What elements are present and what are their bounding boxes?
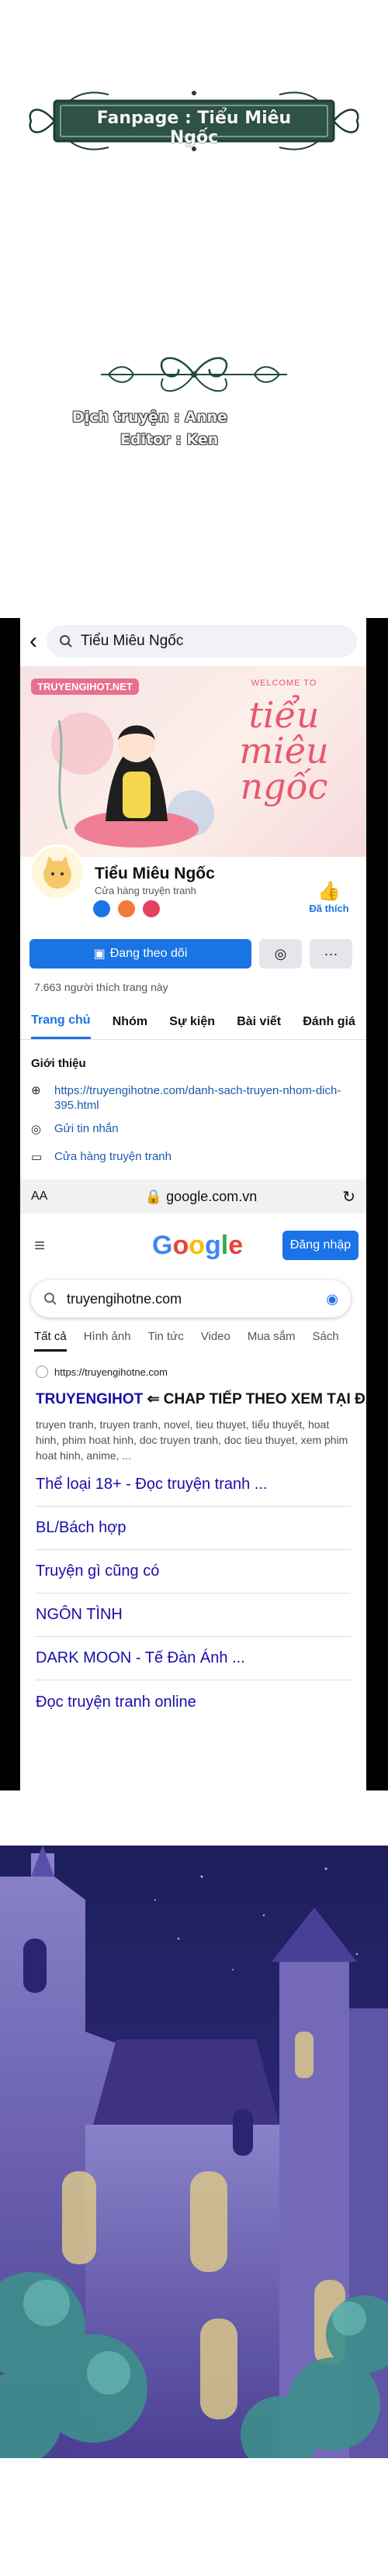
thumbs-up-icon: 👍 bbox=[317, 881, 341, 902]
ornament-divider bbox=[101, 357, 287, 392]
tab-posts[interactable]: Bài viết bbox=[237, 1006, 281, 1038]
shop-badge-icon[interactable] bbox=[116, 899, 137, 919]
google-tabs: Tất cả Hình ảnh Tin tức Video Mua sắm Sá… bbox=[34, 1330, 339, 1352]
avatar-cat-icon bbox=[43, 856, 71, 889]
google-tab-all[interactable]: Tất cả bbox=[34, 1330, 67, 1352]
cover-photo[interactable]: TRUYENGIHOT.NET WELCOME TO tiểu miêu ngố… bbox=[20, 666, 366, 857]
translator-credit: Dịch truyện : Anne bbox=[72, 409, 227, 426]
page-tabs: Trang chủ Nhóm Sự kiện Bài viết Đánh giá bbox=[20, 1004, 366, 1040]
intro-message-link[interactable]: Gửi tin nhắn bbox=[54, 1122, 119, 1136]
tab-home[interactable]: Trang chủ bbox=[31, 1004, 91, 1039]
intro-website-row[interactable]: ⊕ https://truyengihotne.com/danh-sach-tr… bbox=[31, 1083, 341, 1113]
intro-shop-row[interactable]: ▭ Cửa hàng truyện tranh bbox=[31, 1150, 171, 1164]
google-tab-shopping[interactable]: Mua sắm bbox=[248, 1330, 296, 1352]
google-search-box[interactable]: truyengihotne.com ◉ bbox=[31, 1280, 351, 1317]
messenger-button[interactable]: ◎ bbox=[259, 939, 302, 969]
sitelink[interactable]: NGÔN TÌNH bbox=[36, 1594, 351, 1637]
globe-icon: ⊕ bbox=[31, 1084, 41, 1097]
liked-label: Đã thích bbox=[309, 903, 349, 914]
google-tab-images[interactable]: Hình ảnh bbox=[84, 1330, 131, 1352]
intro-shop-link[interactable]: Cửa hàng truyện tranh bbox=[54, 1150, 171, 1164]
reader-aa-button[interactable]: AA bbox=[31, 1190, 78, 1203]
more-button[interactable]: ··· bbox=[310, 939, 352, 969]
phone-screen: ‹ Tiểu Miêu Ngốc TRUYENGIHOT.NET WELCOME… bbox=[20, 618, 366, 1790]
page-avatar[interactable] bbox=[29, 844, 85, 900]
messenger-badge-icon[interactable] bbox=[92, 899, 112, 919]
lock-icon: 🔒 bbox=[144, 1188, 167, 1204]
back-arrow-icon[interactable]: ‹ bbox=[29, 628, 37, 654]
sitelink[interactable]: DARK MOON - Tế Đàn Ánh ... bbox=[36, 1637, 351, 1680]
editor-credit: Editor : Ken bbox=[120, 431, 219, 448]
more-icon: ··· bbox=[324, 945, 338, 962]
following-icon: ▣ bbox=[93, 948, 106, 961]
cover-welcome: WELCOME TO bbox=[251, 679, 317, 688]
castle-night-illustration bbox=[0, 1846, 388, 2458]
google-logo[interactable]: Google bbox=[152, 1231, 243, 1261]
page-name: Tiểu Miêu Ngốc bbox=[95, 865, 215, 882]
following-label: Đang theo dõi bbox=[109, 947, 188, 960]
shop-icon: ▭ bbox=[31, 1151, 43, 1164]
messenger-icon: ◎ bbox=[274, 945, 287, 962]
sign-in-button[interactable]: Đăng nhập bbox=[282, 1231, 359, 1260]
sitelink[interactable]: Đọc truyện tranh online bbox=[36, 1680, 351, 1724]
result-site-url: https://truyengihotne.com bbox=[54, 1366, 168, 1378]
instagram-badge-icon[interactable] bbox=[141, 899, 161, 919]
search-value: Tiểu Miêu Ngốc bbox=[81, 633, 184, 649]
google-query: truyengihotne.com bbox=[67, 1290, 182, 1307]
search-icon bbox=[60, 635, 72, 647]
tab-reviews[interactable]: Đánh giá bbox=[303, 1006, 355, 1038]
google-tab-news[interactable]: Tin tức bbox=[148, 1330, 184, 1352]
cover-illustration bbox=[51, 713, 214, 848]
cover-title: tiểu miêu ngốc bbox=[239, 694, 329, 807]
search-icon bbox=[44, 1293, 57, 1305]
google-lens-icon[interactable]: ◉ bbox=[326, 1291, 338, 1307]
messenger-small-icon: ◎ bbox=[31, 1123, 42, 1136]
sitelink[interactable]: Truyện gì cũng có bbox=[36, 1550, 351, 1594]
tab-groups[interactable]: Nhóm bbox=[113, 1006, 147, 1038]
result-sitelinks: Thể loại 18+ - Đọc truyện tranh ... BL/B… bbox=[20, 1463, 366, 1724]
page-badges bbox=[92, 899, 161, 919]
browser-address-bar: AA 🔒 google.com.vn ↻ bbox=[20, 1179, 366, 1214]
intro-website-link[interactable]: https://truyengihotne.com/danh-sach-truy… bbox=[54, 1083, 341, 1113]
intro-message-row[interactable]: ◎ Gửi tin nhắn bbox=[31, 1122, 119, 1136]
tab-events[interactable]: Sự kiện bbox=[169, 1006, 215, 1038]
cover-brand-label: TRUYENGIHOT.NET bbox=[31, 679, 139, 695]
result-site[interactable]: https://truyengihotne.com bbox=[36, 1366, 168, 1378]
sitelink[interactable]: BL/Bách hợp bbox=[36, 1507, 351, 1550]
facebook-search-bar[interactable]: Tiểu Miêu Ngốc bbox=[47, 625, 357, 658]
following-button[interactable]: ▣ Đang theo dõi bbox=[29, 939, 251, 969]
page-category: Cửa hàng truyện tranh bbox=[95, 885, 196, 896]
sitelink[interactable]: Thể loại 18+ - Đọc truyện tranh ... bbox=[36, 1463, 351, 1507]
phone-screenshot: ‹ Tiểu Miêu Ngốc TRUYENGIHOT.NET WELCOME… bbox=[0, 618, 388, 1790]
liked-button[interactable]: 👍 Đã thích bbox=[306, 880, 352, 914]
site-favicon-icon bbox=[36, 1366, 48, 1378]
google-tab-videos[interactable]: Video bbox=[201, 1330, 230, 1352]
fanpage-title: Fanpage : Tiểu Miêu Ngốc bbox=[96, 109, 292, 147]
hamburger-menu-icon[interactable]: ≡ bbox=[34, 1235, 45, 1257]
facebook-top-bar: ‹ Tiểu Miêu Ngốc bbox=[20, 618, 366, 665]
browser-url[interactable]: 🔒 google.com.vn bbox=[78, 1189, 324, 1205]
result-title[interactable]: TRUYENGIHOT ⇐ CHAP TIẾP THEO XEM TẠI ĐÂY… bbox=[36, 1390, 366, 1408]
reload-icon[interactable]: ↻ bbox=[324, 1187, 355, 1207]
intro-title: Giới thiệu bbox=[31, 1057, 86, 1070]
likes-count: 7.663 người thích trang này bbox=[34, 981, 168, 993]
google-tab-books[interactable]: Sách bbox=[313, 1330, 339, 1352]
page-actions: ▣ Đang theo dõi ◎ ··· bbox=[29, 939, 357, 969]
google-header: ≡ Google Đăng nhập bbox=[20, 1228, 366, 1268]
result-description: truyen tranh, truyen tranh, novel, tieu … bbox=[36, 1418, 348, 1462]
